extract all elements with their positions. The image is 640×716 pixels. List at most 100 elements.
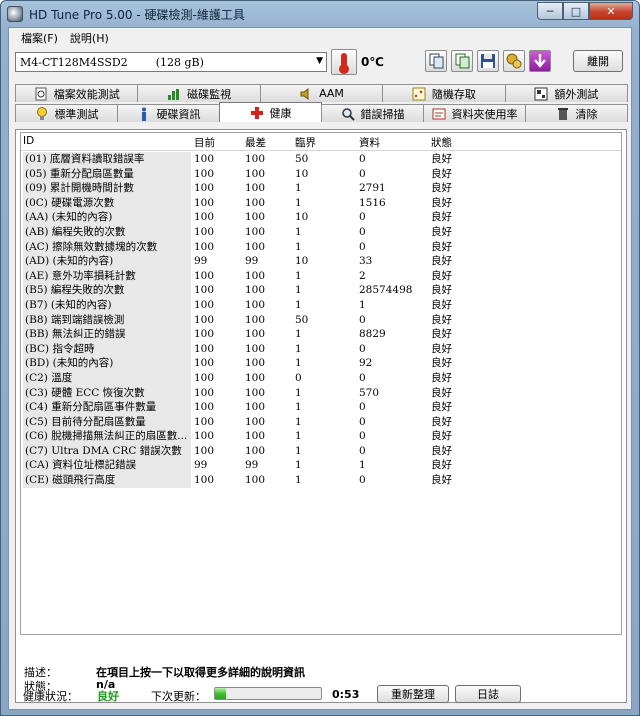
- cell-status: 良好: [431, 211, 452, 224]
- minimize-button[interactable]: ─: [537, 2, 563, 20]
- column-header-status[interactable]: 狀態: [431, 135, 452, 150]
- table-row[interactable]: (BB) 無法糾正的錯誤 100 100 1 8829 良好: [21, 327, 621, 342]
- maximize-button[interactable]: □: [563, 2, 589, 20]
- app-icon: [7, 6, 23, 22]
- tab-label: 健康: [269, 106, 292, 120]
- tab-file-benchmark[interactable]: 檔案效能測試: [15, 84, 139, 102]
- tab-error-scan[interactable]: 錯誤掃描: [321, 104, 424, 122]
- title-bar[interactable]: HD Tune Pro 5.00 - 硬碟檢測-維護工具 ─ □ ✕: [1, 1, 639, 27]
- update-progress-bar: [214, 687, 322, 700]
- cell-threshold: 10: [295, 167, 309, 180]
- tab-label: 標準測試: [54, 107, 99, 121]
- cell-current: 100: [194, 386, 215, 399]
- cell-id: (CE) 磁頭飛行高度: [23, 473, 191, 488]
- table-row[interactable]: (C7) Ultra DMA CRC 錯誤次數 100 100 1 0 良好: [21, 443, 621, 459]
- cell-threshold: 1: [295, 430, 302, 443]
- cell-id: (C3) 硬體 ECC 恢復次數: [23, 385, 191, 401]
- close-button[interactable]: ✕: [589, 2, 633, 20]
- cell-data: 0: [359, 240, 366, 253]
- tab-health[interactable]: 健康: [219, 102, 322, 122]
- table-row[interactable]: (C6) 脫機掃描無法糾正的扇區數... 100 100 1 0 良好: [21, 429, 621, 444]
- table-row[interactable]: (C5) 目前待分配扇區數量 100 100 1 0 良好: [21, 414, 621, 430]
- progress-fill: [215, 688, 226, 699]
- table-row[interactable]: (B5) 編程失敗的次數 100 100 1 28574498 良好: [21, 283, 621, 298]
- cell-status: 良好: [431, 474, 452, 487]
- tab-erase[interactable]: 清除: [525, 104, 628, 122]
- cell-status: 良好: [431, 313, 452, 326]
- table-row[interactable]: (C3) 硬體 ECC 恢復次數 100 100 1 570 良好: [21, 385, 621, 401]
- cell-current: 100: [194, 196, 215, 209]
- options-button[interactable]: [503, 50, 525, 72]
- table-row[interactable]: (05) 重新分配扇區數量 100 100 10 0 良好: [21, 166, 621, 182]
- stopwatch-icon: [35, 87, 47, 100]
- table-row[interactable]: (01) 底層資料讀取錯誤率 100 100 50 0 良好: [21, 152, 621, 167]
- cell-current: 100: [194, 167, 215, 180]
- copy-all-button[interactable]: [451, 50, 473, 72]
- cell-current: 100: [194, 284, 215, 297]
- table-row[interactable]: (BC) 指令超時 100 100 1 0 良好: [21, 341, 621, 357]
- column-header-current[interactable]: 目前: [194, 135, 215, 150]
- refresh-button[interactable]: 重新整理: [377, 685, 449, 703]
- table-row[interactable]: (AB) 編程失敗的次數 100 100 1 0 良好: [21, 224, 621, 240]
- table-row[interactable]: (B8) 端到端錯誤檢測 100 100 50 0 良好: [21, 312, 621, 328]
- tab-random-access[interactable]: 隨機存取: [382, 84, 506, 102]
- menu-file[interactable]: 檔案(F): [15, 28, 64, 48]
- cell-current: 100: [194, 211, 215, 224]
- cell-threshold: 1: [295, 328, 302, 341]
- smart-attributes-table[interactable]: ID 目前 最差 臨界 資料 狀態 (01) 底層資料讀取錯誤率 100 100 50…: [20, 132, 622, 635]
- cell-threshold: 1: [295, 459, 302, 472]
- cell-threshold: 1: [295, 196, 302, 209]
- cell-id: (B8) 端到端錯誤檢測: [23, 312, 191, 328]
- table-row[interactable]: (09) 累計開機時間計數 100 100 1 2791 良好: [21, 181, 621, 196]
- column-header-threshold[interactable]: 臨界: [295, 135, 316, 150]
- cell-threshold: 1: [295, 415, 302, 428]
- tab-folder-usage[interactable]: 資料夾使用率: [423, 104, 526, 122]
- table-row[interactable]: (B7) (未知的內容) 100 100 1 1 良好: [21, 297, 621, 313]
- cell-id: (09) 累計開機時間計數: [23, 181, 191, 196]
- cell-worst: 100: [245, 386, 266, 399]
- column-header-id[interactable]: ID: [23, 135, 34, 147]
- cell-status: 良好: [431, 196, 452, 209]
- cell-status: 良好: [431, 240, 452, 253]
- table-row[interactable]: (AC) 擦除無效數據塊的次數 100 100 1 0 良好: [21, 239, 621, 255]
- tab-aam[interactable]: AAM: [259, 84, 384, 102]
- download-button[interactable]: [529, 50, 551, 72]
- cell-data: 0: [359, 430, 366, 443]
- cell-status: 良好: [431, 444, 452, 457]
- table-row[interactable]: (CA) 資料位址標記錯誤 99 99 1 1 良好: [21, 458, 621, 474]
- menu-help[interactable]: 說明(H): [64, 28, 115, 48]
- cell-current: 99: [194, 255, 208, 268]
- table-row[interactable]: (BD) (未知的內容) 100 100 1 92 良好: [21, 356, 621, 371]
- table-row[interactable]: (C4) 重新分配扇區事件數量 100 100 1 0 良好: [21, 400, 621, 415]
- drive-select[interactable]: M4-CT128M4SSD2 (128 gB) ▼: [15, 52, 327, 72]
- column-header-data[interactable]: 資料: [359, 135, 380, 150]
- tab-disk-monitor[interactable]: 磁碟監視: [137, 84, 261, 102]
- temperature-readout: 0℃: [361, 55, 384, 69]
- arrow-down-icon: [534, 54, 546, 68]
- table-row[interactable]: (AE) 意外功率損耗計數 100 100 1 2 良好: [21, 268, 621, 284]
- table-row[interactable]: (AA) (未知的內容) 100 100 10 0 良好: [21, 210, 621, 225]
- log-button[interactable]: 日誌: [455, 685, 521, 703]
- tab-info[interactable]: 硬碟資訊: [117, 104, 220, 122]
- cell-worst: 100: [245, 401, 266, 414]
- cell-status: 良好: [431, 401, 452, 414]
- table-row[interactable]: (C2) 溫度 100 100 0 0 良好: [21, 370, 621, 386]
- copy-info-button[interactable]: [425, 50, 447, 72]
- options-icon: [506, 53, 522, 69]
- cell-current: 100: [194, 182, 215, 195]
- tab-extra-tests[interactable]: 額外測試: [504, 84, 629, 102]
- tab-benchmark[interactable]: 標準測試: [15, 104, 118, 122]
- cell-worst: 100: [245, 182, 266, 195]
- table-row[interactable]: (0C) 硬碟電源次數 100 100 1 1516 良好: [21, 195, 621, 211]
- cell-worst: 100: [245, 269, 266, 282]
- cell-worst: 100: [245, 415, 266, 428]
- column-header-worst[interactable]: 最差: [245, 135, 266, 150]
- tab-label: 檔案效能測試: [53, 87, 120, 101]
- table-row[interactable]: (CE) 磁頭飛行高度 100 100 1 0 良好: [21, 473, 621, 488]
- save-button[interactable]: [477, 50, 499, 72]
- cell-id: (AB) 編程失敗的次數: [23, 224, 191, 240]
- table-row[interactable]: (AD) (未知的內容) 99 99 10 33 良好: [21, 254, 621, 269]
- cell-current: 100: [194, 357, 215, 370]
- exit-button[interactable]: 離開: [573, 50, 623, 72]
- cell-status: 良好: [431, 430, 452, 443]
